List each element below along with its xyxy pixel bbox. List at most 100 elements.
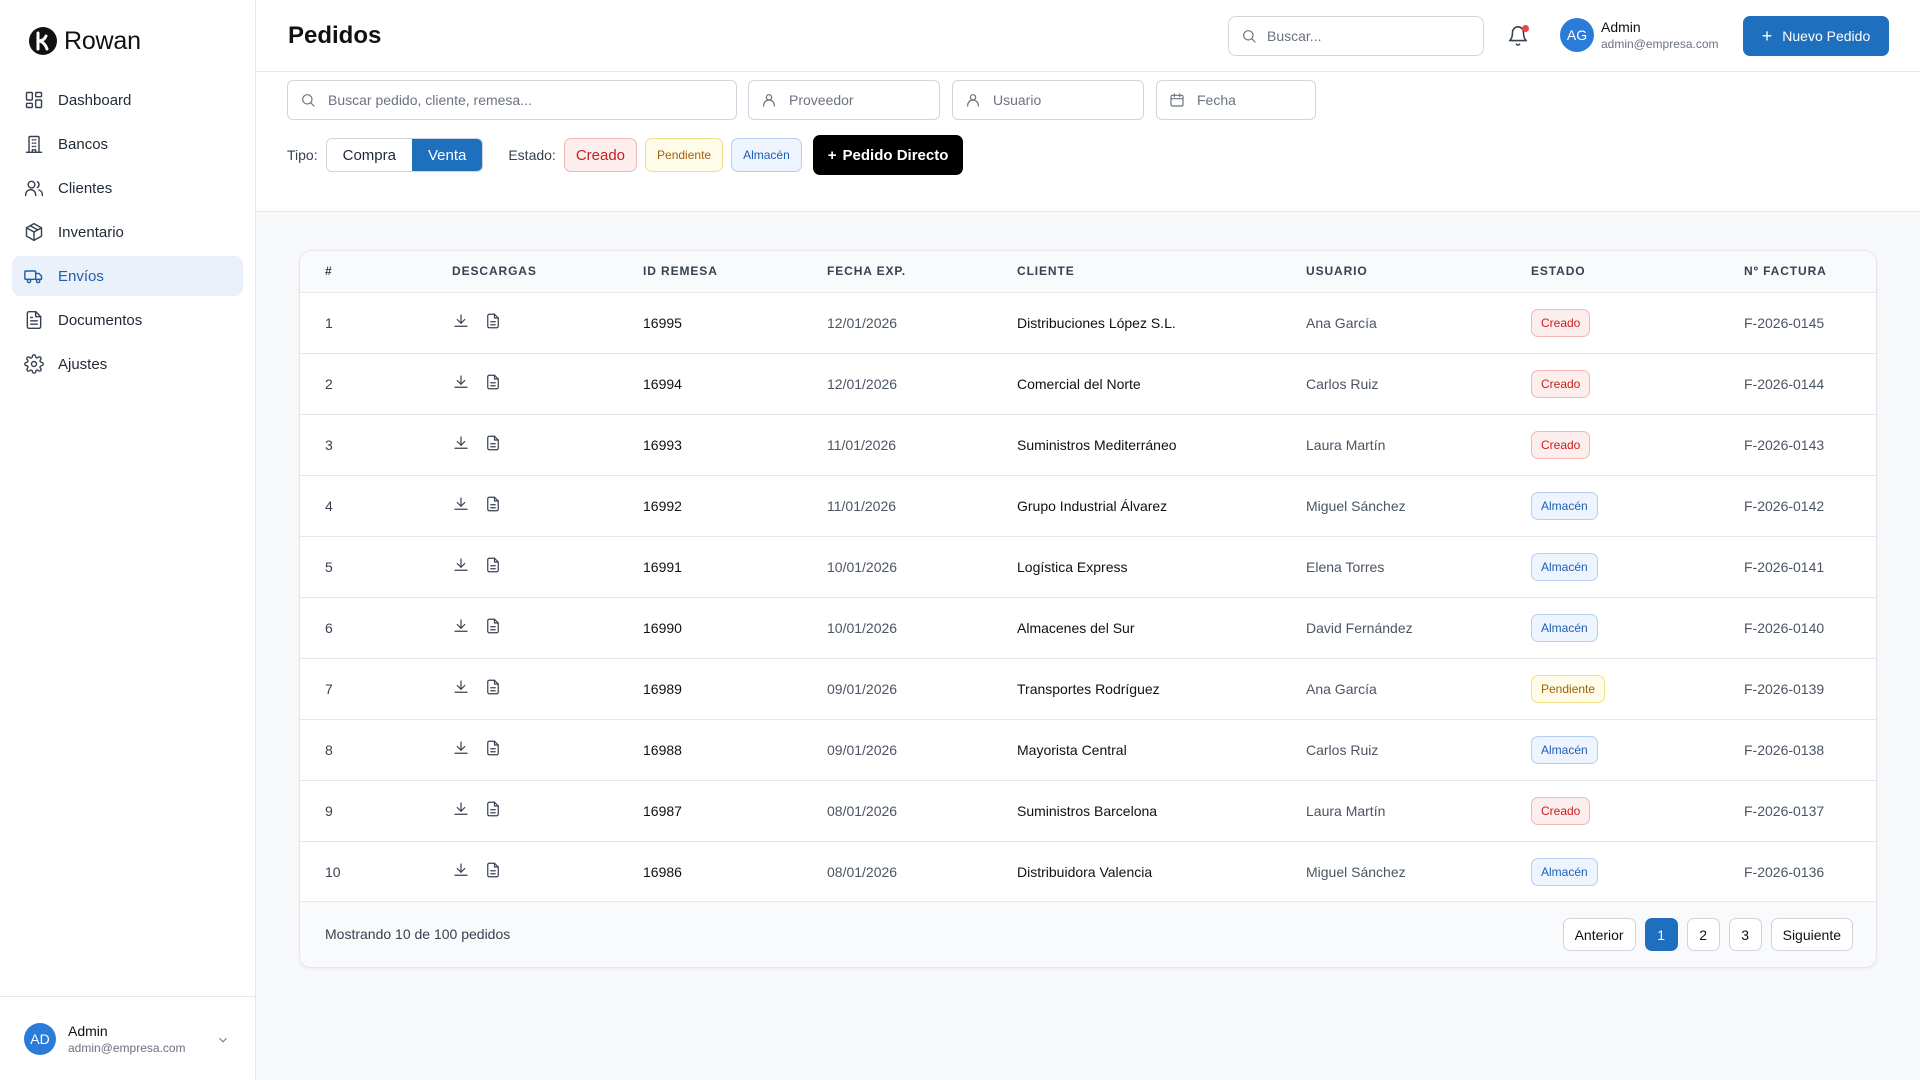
document-icon[interactable] — [484, 800, 502, 818]
ship-date: 10/01/2026 — [827, 558, 898, 575]
column-header[interactable]: ID REMESA — [618, 251, 802, 293]
column-header[interactable]: ESTADO — [1506, 251, 1719, 293]
results-count: Mostrando 10 de 100 pedidos — [325, 926, 511, 942]
document-icon[interactable] — [484, 739, 502, 757]
client-name: Comercial del Norte — [1017, 375, 1141, 392]
download-icon[interactable] — [452, 861, 470, 879]
invoice-number: F-2026-0136 — [1744, 863, 1825, 880]
table-row[interactable]: 5 16991 10/01/2026 Logística Express Elena T… — [300, 536, 1876, 597]
provider-input[interactable] — [789, 92, 939, 108]
chevron-down-icon[interactable] — [216, 1033, 230, 1047]
sidebar-item-clientes[interactable]: Clientes — [12, 168, 243, 208]
sidebar-item-bancos[interactable]: Bancos — [12, 124, 243, 164]
notifications-button[interactable] — [1507, 25, 1529, 47]
status-cell: Creado — [1506, 353, 1719, 414]
truck-icon — [24, 270, 43, 284]
header-user-menu[interactable]: AG Admin admin@empresa.com — [1560, 18, 1719, 52]
downloads-cell — [427, 475, 618, 536]
order-search[interactable] — [287, 80, 737, 120]
document-icon[interactable] — [484, 678, 502, 696]
prev-page-button[interactable]: Anterior — [1562, 918, 1636, 951]
column-header[interactable]: # — [300, 251, 427, 293]
column-header[interactable]: FECHA EXP. — [802, 251, 992, 293]
global-search[interactable] — [1228, 16, 1484, 56]
column-header[interactable]: CLIENTE — [992, 251, 1281, 293]
sidebar-item-envios[interactable]: Envíos — [12, 256, 243, 296]
status-chip-pendiente[interactable]: Pendiente — [645, 138, 724, 172]
page-button-1[interactable]: 1 — [1644, 918, 1678, 951]
row-number: 2 — [325, 375, 333, 392]
order-search-input[interactable] — [328, 92, 736, 108]
user-icon — [967, 94, 979, 107]
invoice-number: F-2026-0145 — [1744, 314, 1825, 331]
document-icon[interactable] — [484, 312, 502, 330]
status-chip-creado[interactable]: Creado — [563, 138, 638, 172]
table-footer: Mostrando 10 de 100 pedidos Anterior 1 2… — [300, 901, 1876, 967]
download-icon[interactable] — [452, 312, 470, 330]
sidebar-item-inventario[interactable]: Inventario — [12, 212, 243, 252]
document-icon[interactable] — [484, 556, 502, 574]
status-cell: Creado — [1506, 414, 1719, 475]
status-badge: Pendiente — [1531, 674, 1606, 703]
table-row[interactable]: 7 16989 09/01/2026 Transportes Rodríguez Ana… — [300, 658, 1876, 719]
new-order-button[interactable]: + Nuevo Pedido — [1743, 16, 1889, 56]
download-icon[interactable] — [452, 800, 470, 818]
download-icon[interactable] — [452, 739, 470, 757]
page-button-2[interactable]: 2 — [1686, 918, 1720, 951]
gear-icon — [24, 354, 44, 374]
top-header: Pedidos AG Admin admin@empresa.com + Nue… — [256, 0, 1920, 72]
user-icon — [763, 94, 775, 107]
download-icon[interactable] — [452, 434, 470, 452]
row-number: 10 — [325, 863, 341, 880]
document-icon[interactable] — [484, 373, 502, 391]
sidebar-item-ajustes[interactable]: Ajustes — [12, 344, 243, 384]
ship-date: 08/01/2026 — [827, 863, 898, 880]
client-name: Distribuciones López S.L. — [1017, 314, 1176, 331]
status-chip-almacen[interactable]: Almacén — [731, 138, 802, 172]
download-icon[interactable] — [452, 678, 470, 696]
sidebar-item-label: Envíos — [58, 267, 104, 285]
table-row[interactable]: 10 16986 08/01/2026 Distribuidora Valencia M… — [300, 841, 1876, 902]
downloads-cell — [427, 414, 618, 475]
table-row[interactable]: 3 16993 11/01/2026 Suministros Mediterráneo… — [300, 414, 1876, 475]
type-option-venta[interactable]: Venta — [411, 139, 483, 171]
table-row[interactable]: 6 16990 10/01/2026 Almacenes del Sur David F… — [300, 597, 1876, 658]
column-header[interactable]: Nº FACTURA — [1719, 251, 1876, 293]
table-row[interactable]: 4 16992 11/01/2026 Grupo Industrial Álvarez… — [300, 475, 1876, 536]
status-cell: Almacén — [1506, 475, 1719, 536]
sidebar-item-dashboard[interactable]: Dashboard — [12, 80, 243, 120]
direct-order-button[interactable]: + Pedido Directo — [812, 135, 964, 175]
sidebar-item-label: Ajustes — [58, 355, 108, 373]
provider-filter[interactable] — [748, 80, 940, 120]
global-search-input[interactable] — [1267, 28, 1483, 44]
table-row[interactable]: 8 16988 09/01/2026 Mayorista Central Carlos … — [300, 719, 1876, 780]
date-filter[interactable] — [1156, 80, 1316, 120]
user-filter[interactable] — [952, 80, 1144, 120]
sidebar-item-documentos[interactable]: Documentos — [12, 300, 243, 340]
download-icon[interactable] — [452, 373, 470, 391]
brand-logo[interactable]: Rowan — [28, 26, 141, 56]
document-icon[interactable] — [484, 617, 502, 635]
document-icon[interactable] — [484, 434, 502, 452]
user-input[interactable] — [993, 92, 1143, 108]
table-row[interactable]: 1 16995 12/01/2026 Distribuciones López S.L… — [300, 292, 1876, 353]
row-number: 5 — [325, 558, 333, 575]
type-option-compra[interactable]: Compra — [326, 139, 412, 171]
page-button-3[interactable]: 3 — [1728, 918, 1762, 951]
column-header[interactable]: USUARIO — [1281, 251, 1506, 293]
status-cell: Creado — [1506, 292, 1719, 353]
user-name: Carlos Ruiz — [1306, 741, 1379, 758]
document-icon[interactable] — [484, 495, 502, 513]
ship-date: 12/01/2026 — [827, 314, 898, 331]
download-icon[interactable] — [452, 495, 470, 513]
table-row[interactable]: 2 16994 12/01/2026 Comercial del Norte Carlo… — [300, 353, 1876, 414]
download-icon[interactable] — [452, 617, 470, 635]
document-icon[interactable] — [484, 861, 502, 879]
download-icon[interactable] — [452, 556, 470, 574]
next-page-button[interactable]: Siguiente — [1770, 918, 1853, 951]
date-input[interactable] — [1197, 92, 1315, 108]
table-row[interactable]: 9 16987 08/01/2026 Suministros Barcelona Lau… — [300, 780, 1876, 841]
user-name: Ana García — [1306, 314, 1377, 331]
sidebar-user-menu[interactable]: AD Admin admin@empresa.com — [0, 996, 256, 1080]
column-header[interactable]: DESCARGAS — [427, 251, 618, 293]
